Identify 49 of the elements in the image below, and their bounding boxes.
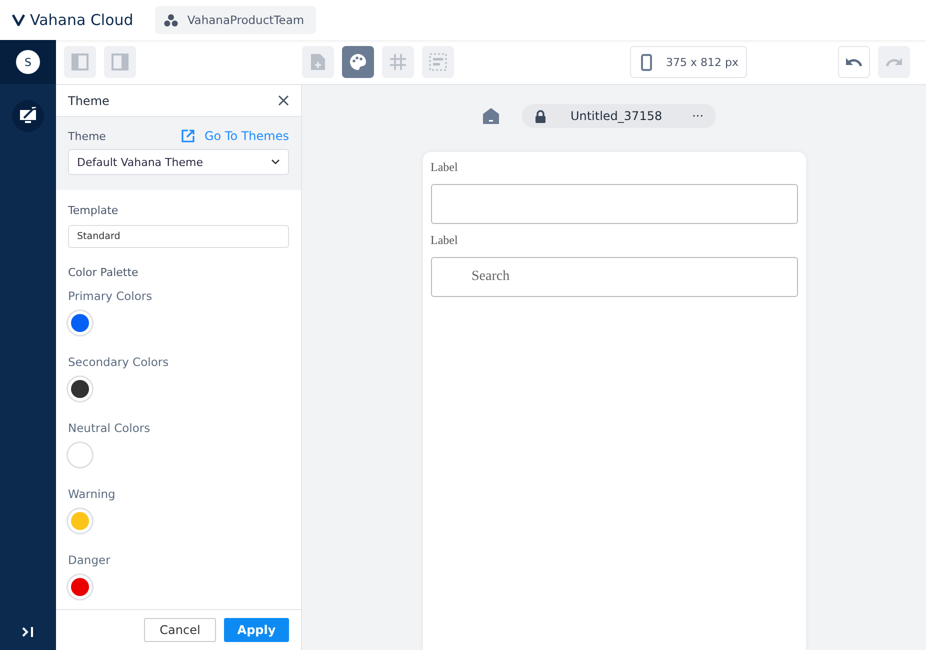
- page-tab[interactable]: Untitled_37158 ···: [522, 104, 716, 128]
- input-field[interactable]: Search: [430, 257, 798, 297]
- undo-button[interactable]: [838, 46, 870, 78]
- field-label: Theme: [68, 130, 106, 142]
- design-icon[interactable]: [12, 100, 44, 132]
- redo-icon: [885, 56, 903, 68]
- add-page-icon: [310, 53, 326, 71]
- color-name: Warning: [68, 487, 116, 501]
- palette-tool-button[interactable]: [342, 46, 374, 78]
- select-value: Default Vahana Theme: [77, 156, 203, 168]
- color-swatch[interactable]: [68, 509, 92, 533]
- input-field[interactable]: [430, 184, 798, 224]
- layout-icon: [429, 53, 447, 71]
- app-name: Vahana Cloud: [30, 11, 134, 29]
- expand-icon[interactable]: [21, 626, 35, 638]
- theme-select[interactable]: Default Vahana Theme: [68, 149, 289, 175]
- color-name: Secondary Colors: [68, 355, 169, 369]
- logo-icon: [12, 14, 25, 26]
- apply-button[interactable]: Apply: [224, 618, 289, 642]
- more-icon[interactable]: ···: [692, 109, 704, 123]
- grid-icon: [389, 53, 407, 71]
- external-link-icon: [181, 129, 196, 143]
- color-name: Neutral Colors: [68, 421, 150, 435]
- user-avatar[interactable]: S: [16, 50, 40, 74]
- right-panel-icon: [111, 53, 129, 71]
- phone-icon: [641, 54, 652, 70]
- field-label: Label: [430, 233, 459, 248]
- left-panel-icon: [71, 53, 89, 71]
- color-name: Primary Colors: [68, 289, 152, 303]
- field-label: Label: [430, 160, 459, 175]
- panel-title: Theme: [68, 94, 110, 108]
- team-selector[interactable]: VahanaProductTeam: [155, 6, 316, 34]
- color-swatch[interactable]: [68, 377, 92, 401]
- cancel-button[interactable]: Cancel: [144, 618, 216, 642]
- color-swatch[interactable]: [68, 311, 92, 335]
- palette-icon: [349, 53, 367, 71]
- lock-icon: [535, 110, 546, 122]
- template-field[interactable]: Standard: [68, 225, 289, 248]
- color-swatch[interactable]: [68, 575, 92, 599]
- undo-icon: [845, 56, 863, 68]
- close-icon[interactable]: [278, 95, 289, 106]
- color-swatch[interactable]: [68, 443, 92, 467]
- chevron-down-icon: [271, 159, 280, 165]
- team-icon: [164, 14, 178, 26]
- color-name: Danger: [68, 553, 110, 567]
- device-size-button[interactable]: 375 x 812 px: [630, 46, 748, 78]
- field-label: Template: [68, 204, 120, 217]
- section-title: Color Palette: [68, 266, 140, 279]
- home-icon[interactable]: [482, 107, 500, 125]
